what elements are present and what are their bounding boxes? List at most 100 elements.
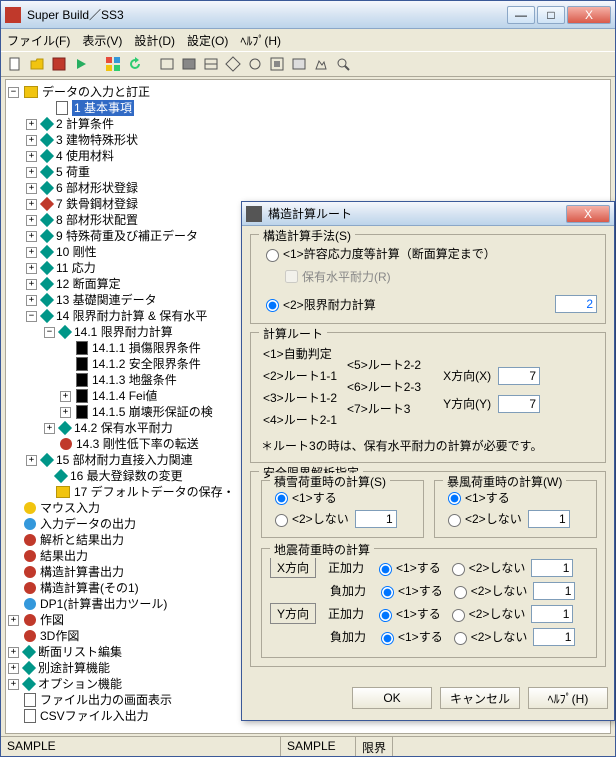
radio-wind-no[interactable]	[448, 514, 461, 527]
tree-item[interactable]: 14.1.5 崩壊形保証の検	[92, 404, 213, 420]
ydir-input[interactable]	[498, 395, 540, 413]
group-title: 計算ルート	[259, 325, 327, 342]
close-button[interactable]: X	[567, 6, 611, 24]
menu-settings[interactable]: 設定(O)	[187, 32, 228, 49]
radio-xpos-yes[interactable]	[379, 563, 392, 576]
tool-7-icon[interactable]	[289, 54, 309, 74]
menu-help[interactable]: ﾍﾙﾌﾟ(H)	[240, 32, 281, 49]
tree-item[interactable]: 14.3 剛性低下率の転送	[76, 436, 199, 452]
tree-item[interactable]: 14 限界耐力計算 & 保有水平	[56, 308, 207, 324]
tree-item[interactable]: 8 部材形状配置	[56, 212, 138, 228]
wind-value[interactable]	[528, 510, 570, 528]
menubar: ファイル(F) 表示(V) 設計(D) 設定(O) ﾍﾙﾌﾟ(H)	[1, 29, 615, 51]
tool-3-icon[interactable]	[201, 54, 221, 74]
radio-ypos-yes[interactable]	[379, 609, 392, 622]
open-icon[interactable]	[27, 54, 47, 74]
tool-6-icon[interactable]	[267, 54, 287, 74]
tree-item[interactable]: 12 断面算定	[56, 276, 121, 292]
tool-5-icon[interactable]	[245, 54, 265, 74]
tree-item[interactable]: 13 基礎関連データ	[56, 292, 157, 308]
radio-xneg-no[interactable]	[454, 586, 467, 599]
tree-item-selected[interactable]: 1 基本事項	[72, 100, 134, 116]
tool-2-icon[interactable]	[179, 54, 199, 74]
radio-xpos-no[interactable]	[452, 563, 465, 576]
output-icon	[24, 518, 36, 530]
tree-item[interactable]: 結果出力	[40, 548, 88, 564]
tree-item[interactable]: DP1(計算書出力ツール)	[40, 596, 167, 612]
preview-icon[interactable]	[333, 54, 353, 74]
method-value-input[interactable]	[555, 295, 597, 313]
group-wind: 暴風荷重時の計算(W) <1>する <2>しない	[434, 480, 597, 539]
tree-item[interactable]: 入力データの出力	[40, 516, 136, 532]
tree-item[interactable]: 2 計算条件	[56, 116, 114, 132]
diamond-icon	[40, 117, 54, 131]
group-snow: 積雪荷重時の計算(S) <1>する <2>しない	[261, 480, 424, 539]
tree-root[interactable]: データの入力と訂正	[42, 84, 150, 100]
tree-item[interactable]: CSVファイル入出力	[40, 708, 149, 724]
tree-item[interactable]: 11 応力	[56, 260, 96, 276]
radio-ypos-no[interactable]	[452, 609, 465, 622]
radio-yneg-no[interactable]	[454, 632, 467, 645]
tree-item[interactable]: 別途計算機能	[38, 660, 110, 676]
tree-item[interactable]: 17 デフォルトデータの保存・	[74, 484, 235, 500]
tree-item[interactable]: 14.1.3 地盤条件	[92, 372, 177, 388]
xpos-value[interactable]	[531, 559, 573, 577]
tree-item[interactable]: 3 建物特殊形状	[56, 132, 138, 148]
radio-method-2[interactable]	[266, 299, 279, 312]
tree-item[interactable]: 4 使用材料	[56, 148, 114, 164]
dialog-title: 構造計算ルート	[268, 205, 566, 222]
tree-item[interactable]: 14.1.1 損傷限界条件	[92, 340, 201, 356]
status-1: SAMPLE	[1, 737, 281, 756]
tree-item[interactable]: 断面リスト編集	[38, 644, 122, 660]
tree-item[interactable]: 作図	[40, 612, 64, 628]
yneg-value[interactable]	[533, 628, 575, 646]
tree-item[interactable]: ファイル出力の画面表示	[40, 692, 172, 708]
tree-item[interactable]: 構造計算書(その1)	[40, 580, 139, 596]
collapse-icon[interactable]: −	[8, 87, 19, 98]
radio-snow-no[interactable]	[275, 514, 288, 527]
tree-item[interactable]: 14.1.4 Fei値	[92, 388, 157, 404]
tree-item[interactable]: 14.2 保有水平耐力	[74, 420, 173, 436]
tree-item[interactable]: 10 剛性	[56, 244, 97, 260]
expand-icon[interactable]: +	[26, 119, 37, 130]
tree-item[interactable]: 14.1 限界耐力計算	[74, 324, 173, 340]
tool-8-icon[interactable]	[311, 54, 331, 74]
menu-view[interactable]: 表示(V)	[82, 32, 122, 49]
radio-snow-yes[interactable]	[275, 492, 288, 505]
xdir-input[interactable]	[498, 367, 540, 385]
tree-item[interactable]: 構造計算書出力	[40, 564, 124, 580]
tree-item[interactable]: 15 部材耐力直接入力関連	[56, 452, 193, 468]
radio-xneg-yes[interactable]	[381, 586, 394, 599]
tree-item[interactable]: 7 鉄骨鋼材登録	[56, 196, 138, 212]
tool-4-icon[interactable]	[223, 54, 243, 74]
tree-item[interactable]: 5 荷重	[56, 164, 90, 180]
tree-item[interactable]: 9 特殊荷重及び補正データ	[56, 228, 198, 244]
tree-item[interactable]: 解析と結果出力	[40, 532, 124, 548]
tool-1-icon[interactable]	[157, 54, 177, 74]
xneg-value[interactable]	[533, 582, 575, 600]
menu-design[interactable]: 設計(D)	[134, 32, 175, 49]
new-icon[interactable]	[5, 54, 25, 74]
ok-button[interactable]: OK	[352, 687, 432, 709]
refresh-icon[interactable]	[125, 54, 145, 74]
ypos-value[interactable]	[531, 605, 573, 623]
dialog-close-button[interactable]: X	[566, 205, 610, 223]
exec-icon[interactable]	[71, 54, 91, 74]
tree-item[interactable]: マウス入力	[40, 500, 100, 516]
palette-icon[interactable]	[103, 54, 123, 74]
tree-item[interactable]: 14.1.2 安全限界条件	[92, 356, 201, 372]
radio-wind-yes[interactable]	[448, 492, 461, 505]
tree-item[interactable]: オプション機能	[38, 676, 122, 692]
maximize-button[interactable]: □	[537, 6, 565, 24]
help-button[interactable]: ﾍﾙﾌﾟ(H)	[528, 687, 608, 709]
minimize-button[interactable]: —	[507, 6, 535, 24]
snow-value[interactable]	[355, 510, 397, 528]
radio-method-1[interactable]	[266, 249, 279, 262]
save-icon[interactable]	[49, 54, 69, 74]
tree-item[interactable]: 3D作図	[40, 628, 79, 644]
tree-item[interactable]: 16 最大登録数の変更	[70, 468, 183, 484]
cancel-button[interactable]: キャンセル	[440, 687, 520, 709]
radio-yneg-yes[interactable]	[381, 632, 394, 645]
tree-item[interactable]: 6 部材形状登録	[56, 180, 138, 196]
menu-file[interactable]: ファイル(F)	[7, 32, 70, 49]
